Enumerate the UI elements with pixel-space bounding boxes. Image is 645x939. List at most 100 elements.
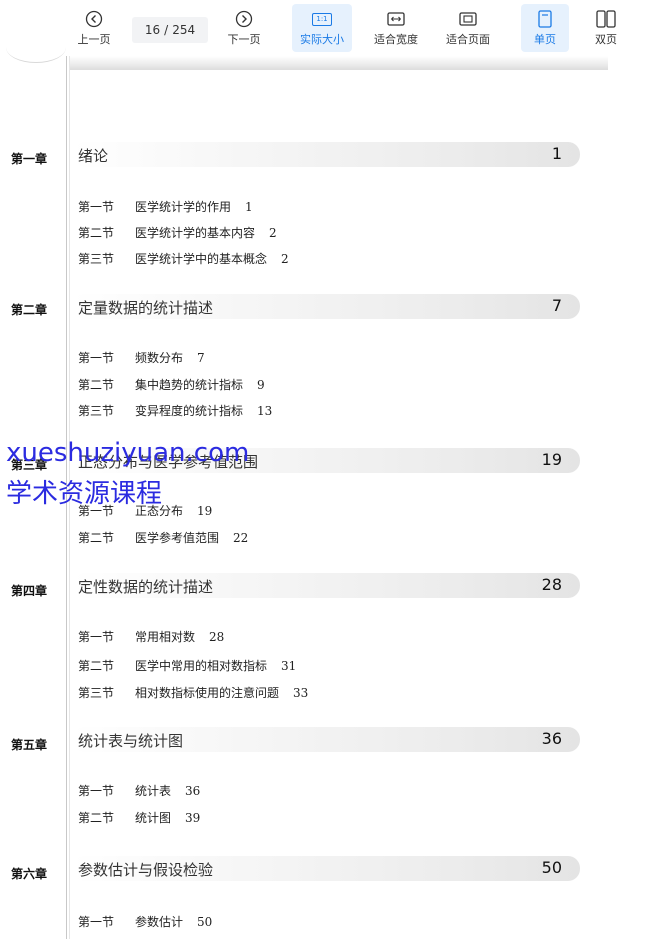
section-entry[interactable]: 第三节 医学统计学中的基本概念 2 <box>78 250 289 267</box>
actual-size-label: 实际大小 <box>300 33 344 46</box>
chapter-heading[interactable]: 绪论 1 <box>72 142 580 167</box>
section-title: 集中趋势的统计指标 <box>135 378 244 392</box>
section-number: 第三节 <box>78 252 115 266</box>
chapter-label: 第五章 <box>11 738 48 752</box>
chevron-left-icon <box>85 9 103 29</box>
double-page-label: 双页 <box>595 33 617 46</box>
section-number: 第二节 <box>78 659 115 673</box>
single-page-label: 单页 <box>534 33 556 46</box>
section-page-number: 28 <box>209 630 225 644</box>
page-number-box[interactable]: 16 / 254 <box>132 17 208 43</box>
fit-page-label: 适合页面 <box>446 33 490 46</box>
total-pages: 254 <box>172 23 196 37</box>
viewer-toolbar: 上一页 16 / 254 下一页 1:1 实际大小 适合宽度 适合页面 单页 双… <box>0 0 645 56</box>
section-title: 频数分布 <box>135 351 184 365</box>
section-number: 第三节 <box>78 404 115 418</box>
section-title: 医学参考值范围 <box>135 531 220 545</box>
chapter-title: 定量数据的统计描述 <box>78 299 214 317</box>
section-entry[interactable]: 第三节 相对数指标使用的注意问题 33 <box>78 684 308 701</box>
section-title: 常用相对数 <box>135 630 196 644</box>
document-page: 第一章 绪论 1 第一节 医学统计学的作用 1 第二节 医学统计学的基本内容 2 第三节… <box>0 56 645 939</box>
section-title: 统计图 <box>135 811 172 825</box>
section-entry[interactable]: 第一节 常用相对数 28 <box>78 628 224 645</box>
scan-top-shadow <box>70 56 608 70</box>
section-page-number: 9 <box>257 378 265 392</box>
watermark-text: 学术资源课程 <box>6 479 163 509</box>
chapter-title: 参数估计与假设检验 <box>78 861 214 879</box>
watermark-url: xueshuziyuan.com <box>6 438 250 468</box>
section-page-number: 50 <box>197 915 213 929</box>
section-page-number: 33 <box>293 686 309 700</box>
section-title: 医学统计学的作用 <box>135 200 232 214</box>
fit-page-button[interactable]: 适合页面 <box>440 4 496 52</box>
next-page-label: 下一页 <box>227 33 261 46</box>
chapter-page-number: 19 <box>541 450 562 469</box>
chapter-page-number: 1 <box>551 144 562 163</box>
section-page-number: 36 <box>185 784 201 798</box>
double-page-icon <box>596 9 616 29</box>
fit-page-icon <box>459 9 477 29</box>
section-page-number: 22 <box>233 531 249 545</box>
section-entry[interactable]: 第二节 集中趋势的统计指标 9 <box>78 376 265 393</box>
section-page-number: 1 <box>245 200 253 214</box>
section-entry[interactable]: 第一节 统计表 36 <box>78 782 200 799</box>
chapter-title: 定性数据的统计描述 <box>78 578 214 596</box>
chapter-heading[interactable]: 定性数据的统计描述 28 <box>72 573 580 598</box>
section-entry[interactable]: 第一节 参数估计 50 <box>78 913 212 930</box>
section-number: 第二节 <box>78 531 115 545</box>
section-page-number: 31 <box>281 659 297 673</box>
section-title: 医学统计学中的基本概念 <box>135 252 268 266</box>
section-number: 第一节 <box>78 630 115 644</box>
actual-size-icon: 1:1 <box>312 9 332 29</box>
section-page-number: 2 <box>269 226 277 240</box>
chapter-title: 绪论 <box>78 147 109 165</box>
chapter-page-number: 7 <box>551 296 562 315</box>
section-number: 第二节 <box>78 378 115 392</box>
prev-page-button[interactable]: 上一页 <box>70 4 118 52</box>
single-page-icon <box>538 9 552 29</box>
fit-width-icon <box>387 9 405 29</box>
double-page-button[interactable]: 双页 <box>583 4 629 52</box>
section-entry[interactable]: 第二节 医学中常用的相对数指标 31 <box>78 657 296 674</box>
prev-page-label: 上一页 <box>77 33 111 46</box>
chevron-right-icon <box>235 9 253 29</box>
chapter-page-number: 28 <box>541 575 562 594</box>
section-number: 第一节 <box>78 915 115 929</box>
section-number: 第一节 <box>78 351 115 365</box>
next-page-button[interactable]: 下一页 <box>220 4 268 52</box>
section-page-number: 39 <box>185 811 201 825</box>
chapter-heading[interactable]: 参数估计与假设检验 50 <box>72 856 580 881</box>
fit-width-label: 适合宽度 <box>374 33 418 46</box>
current-page-input[interactable]: 16 <box>145 23 160 37</box>
chapter-label: 第二章 <box>11 303 48 317</box>
actual-size-button[interactable]: 1:1 实际大小 <box>292 4 352 52</box>
single-page-button[interactable]: 单页 <box>521 4 569 52</box>
section-entry[interactable]: 第二节 统计图 39 <box>78 809 200 826</box>
section-number: 第一节 <box>78 200 115 214</box>
section-entry[interactable]: 第一节 医学统计学的作用 1 <box>78 198 253 215</box>
section-title: 参数估计 <box>135 915 184 929</box>
scan-corner-arc <box>6 32 66 63</box>
section-number: 第一节 <box>78 784 115 798</box>
section-page-number: 2 <box>281 252 289 266</box>
section-entry[interactable]: 第二节 医学统计学的基本内容 2 <box>78 224 277 241</box>
section-title: 医学中常用的相对数指标 <box>135 659 268 673</box>
section-entry[interactable]: 第二节 医学参考值范围 22 <box>78 529 248 546</box>
chapter-heading[interactable]: 统计表与统计图 36 <box>72 727 580 752</box>
section-number: 第三节 <box>78 686 115 700</box>
section-page-number: 7 <box>197 351 205 365</box>
section-entry[interactable]: 第一节 频数分布 7 <box>78 349 205 366</box>
chapter-title: 统计表与统计图 <box>78 732 184 750</box>
chapter-label: 第六章 <box>11 867 48 881</box>
fit-width-button[interactable]: 适合宽度 <box>368 4 424 52</box>
section-title: 变异程度的统计指标 <box>135 404 244 418</box>
chapter-label: 第一章 <box>11 152 48 166</box>
section-number: 第二节 <box>78 811 115 825</box>
chapter-page-number: 36 <box>541 729 562 748</box>
section-title: 医学统计学的基本内容 <box>135 226 256 240</box>
chapter-heading[interactable]: 定量数据的统计描述 7 <box>72 294 580 319</box>
section-entry[interactable]: 第三节 变异程度的统计指标 13 <box>78 402 272 419</box>
section-page-number: 13 <box>257 404 273 418</box>
page-separator: / <box>164 23 169 37</box>
section-title: 统计表 <box>135 784 172 798</box>
